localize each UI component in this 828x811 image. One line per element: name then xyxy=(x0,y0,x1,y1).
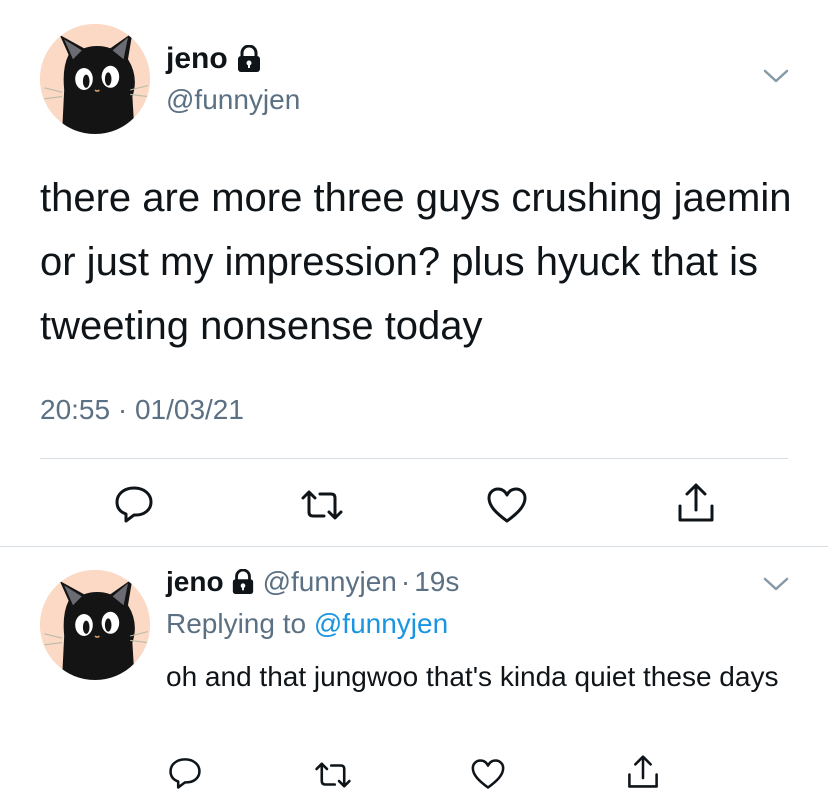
main-tweet-divider xyxy=(40,458,788,459)
main-tweet-handle[interactable]: @funnyjen xyxy=(166,84,300,116)
tweet-separator xyxy=(0,546,828,547)
reply-tweet-header: jeno @funnyjen · 19s xyxy=(166,566,459,598)
reply-tweet-separator: · xyxy=(400,566,411,597)
main-tweet-name-row: jeno xyxy=(166,42,262,76)
reply-tweet-handle[interactable]: @funnyjen xyxy=(263,566,397,598)
chevron-down-icon[interactable] xyxy=(762,574,790,594)
like-icon[interactable] xyxy=(486,486,528,524)
chevron-down-icon[interactable] xyxy=(762,66,790,86)
retweet-icon[interactable] xyxy=(300,488,344,522)
main-tweet-avatar[interactable] xyxy=(40,24,150,134)
like-icon[interactable] xyxy=(470,758,506,790)
retweet-icon[interactable] xyxy=(314,760,352,790)
reply-icon[interactable] xyxy=(168,756,202,790)
share-icon[interactable] xyxy=(676,482,716,524)
lock-icon xyxy=(236,44,262,73)
reply-icon[interactable] xyxy=(114,484,154,524)
main-tweet-text: there are more three guys crushing jaemi… xyxy=(40,176,792,348)
reply-tweet-time[interactable]: 19s xyxy=(414,566,459,598)
reply-tweet-avatar[interactable] xyxy=(40,570,150,680)
replying-to-line: Replying to @funnyjen xyxy=(166,608,448,640)
reply-tweet-display-name[interactable]: jeno xyxy=(166,566,224,598)
replying-to-mention[interactable]: @funnyjen xyxy=(314,608,448,639)
lock-icon xyxy=(231,568,255,595)
main-tweet-display-name[interactable]: jeno xyxy=(166,42,228,76)
black-cat-avatar-icon xyxy=(40,570,150,680)
reply-tweet-text: oh and that jungwoo that's kinda quiet t… xyxy=(166,661,779,692)
replying-to-label: Replying to xyxy=(166,608,307,639)
black-cat-avatar-icon xyxy=(40,24,150,134)
share-icon[interactable] xyxy=(626,754,660,790)
main-tweet-timestamp[interactable]: 20:55 · 01/03/21 xyxy=(40,394,244,426)
